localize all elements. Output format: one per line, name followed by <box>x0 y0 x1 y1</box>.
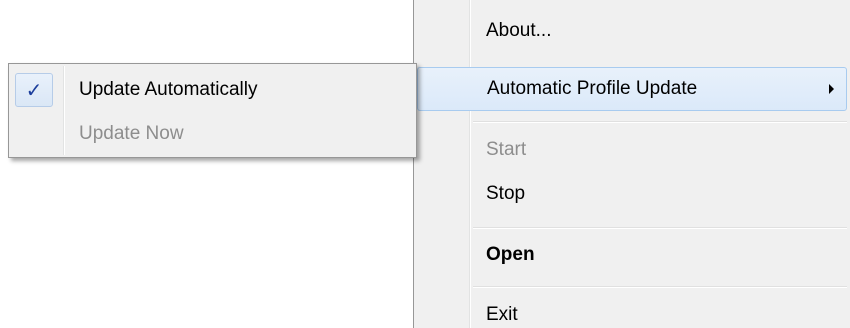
submenu-automatic-profile-update: ✓ Update Automatically Update Now <box>8 63 417 158</box>
menu-item-open[interactable]: Open <box>417 233 847 277</box>
menu-item-automatic-profile-update[interactable]: Automatic Profile Update <box>417 67 847 111</box>
menu-item-open-label: Open <box>486 244 535 265</box>
checkmark-icon: ✓ <box>25 78 43 102</box>
submenu-item-update-now[interactable]: Update Now <box>11 112 414 156</box>
menu-item-start[interactable]: Start <box>417 128 847 172</box>
chevron-right-icon <box>829 84 834 94</box>
menu-item-stop[interactable]: Stop <box>417 172 847 216</box>
menu-item-stop-label: Stop <box>486 183 526 204</box>
menu-item-exit-label: Exit <box>486 304 518 325</box>
submenu-item-update-automatically-label: Update Automatically <box>79 79 258 100</box>
menu-item-about[interactable]: About... <box>417 9 847 53</box>
context-menu: About... Automatic Profile Update Start … <box>413 0 850 328</box>
menu-item-automatic-profile-update-label: Automatic Profile Update <box>487 78 698 99</box>
submenu-item-update-automatically[interactable]: ✓ Update Automatically <box>11 68 414 112</box>
check-indicator: ✓ <box>15 73 53 107</box>
menu-item-about-label: About... <box>486 20 552 41</box>
menu-separator <box>473 286 847 288</box>
screen: About... Automatic Profile Update Start … <box>0 0 850 328</box>
menu-item-start-label: Start <box>486 139 527 160</box>
menu-separator <box>473 121 847 123</box>
submenu-item-update-now-label: Update Now <box>79 123 184 144</box>
menu-item-exit[interactable]: Exit <box>417 293 847 328</box>
menu-separator <box>473 227 847 229</box>
